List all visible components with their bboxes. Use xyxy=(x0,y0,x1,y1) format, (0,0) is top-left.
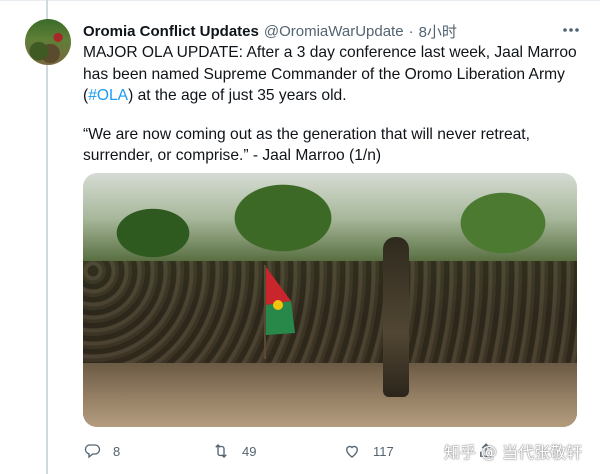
retweet-button[interactable]: 49 xyxy=(212,440,256,462)
tweet-text-part: ) at the age of just 35 years old. xyxy=(128,87,347,104)
photo-ground xyxy=(83,363,577,427)
hashtag-link[interactable]: #OLA xyxy=(88,87,128,104)
tweet-photo[interactable] xyxy=(83,173,577,427)
timestamp[interactable]: 8小时 xyxy=(419,21,457,42)
reply-icon xyxy=(84,444,101,459)
tweet-header: Oromia Conflict Updates @OromiaWarUpdate… xyxy=(83,20,457,42)
photo-crowd xyxy=(83,261,577,371)
avatar[interactable] xyxy=(25,19,71,65)
tweet-quote: “We are now coming out as the generation… xyxy=(83,125,530,165)
zhihu-watermark: 知乎 @ 当代张敬轩 xyxy=(444,439,582,463)
reply-count: 8 xyxy=(113,443,121,459)
watermark-site: 知乎 xyxy=(444,443,477,462)
user-handle[interactable]: @OromiaWarUpdate xyxy=(264,23,404,40)
like-button[interactable]: 117 xyxy=(343,440,394,462)
more-horizontal-icon[interactable] xyxy=(560,21,582,39)
flag-icon xyxy=(264,265,295,359)
tweet-paragraph-1: MAJOR OLA UPDATE: After a 3 day conferen… xyxy=(83,42,583,107)
photo-figure xyxy=(383,237,409,397)
like-count: 117 xyxy=(373,443,394,459)
tweet-body: MAJOR OLA UPDATE: After a 3 day conferen… xyxy=(83,42,583,167)
retweet-count: 49 xyxy=(242,443,257,459)
thread-line xyxy=(46,0,48,474)
watermark-at: @ xyxy=(481,441,498,461)
separator-dot: · xyxy=(408,22,414,40)
heart-icon xyxy=(346,445,358,458)
watermark-author: 当代张敬轩 xyxy=(502,443,583,462)
reply-button[interactable]: 8 xyxy=(83,440,120,462)
timeline-divider xyxy=(0,0,600,1)
display-name[interactable]: Oromia Conflict Updates xyxy=(83,23,259,40)
retweet-icon xyxy=(215,444,227,458)
